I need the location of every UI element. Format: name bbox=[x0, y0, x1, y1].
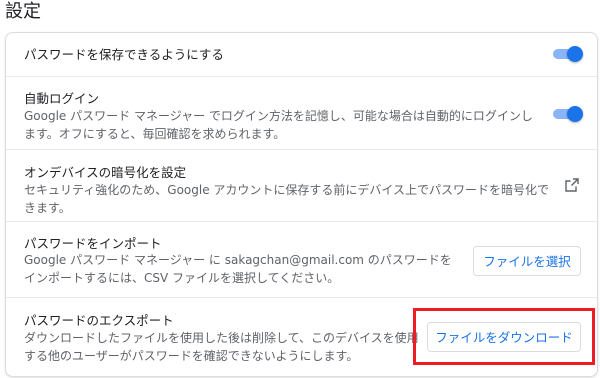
import-passwords-label: パスワードをインポート bbox=[24, 236, 162, 251]
auto-signin-label: 自動ログイン bbox=[24, 91, 100, 106]
save-passwords-toggle[interactable] bbox=[553, 46, 583, 62]
export-passwords-label: パスワードのエクスポート bbox=[24, 313, 174, 328]
select-file-button[interactable]: ファイルを選択 bbox=[473, 246, 581, 276]
import-passwords-description: Google パスワード マネージャー に sakagchan@gmail.co… bbox=[24, 253, 452, 285]
on-device-encryption-description: セキュリティ強化のため、Google アカウントに保存する前にデバイス上でパスワ… bbox=[24, 183, 550, 215]
on-device-encryption-label: オンデバイスの暗号化を設定 bbox=[24, 165, 187, 180]
download-file-button[interactable]: ファイルをダウンロード bbox=[427, 322, 581, 352]
toggle-knob bbox=[567, 106, 583, 122]
auto-signin-row: 自動ログイン Google パスワード マネージャー でログイン方法を記憶し、可… bbox=[6, 76, 597, 149]
export-passwords-description: ダウンロードしたファイルを使用した後は削除して、このデバイスを使用する他のユーザ… bbox=[24, 331, 419, 363]
auto-signin-toggle[interactable] bbox=[553, 106, 583, 122]
external-link-icon[interactable] bbox=[565, 178, 579, 192]
on-device-encryption-row[interactable]: オンデバイスの暗号化を設定 セキュリティ強化のため、Google アカウントに保… bbox=[6, 149, 597, 221]
toggle-knob bbox=[567, 46, 583, 62]
auto-signin-description: Google パスワード マネージャー でログイン方法を記憶し、可能な場合は自動… bbox=[24, 109, 533, 141]
page-title: 設定 bbox=[5, 1, 41, 22]
export-passwords-row: パスワードのエクスポート ダウンロードしたファイルを使用した後は削除して、このデ… bbox=[6, 297, 597, 378]
save-passwords-row: パスワードを保存できるようにする bbox=[6, 33, 597, 76]
import-passwords-row: パスワードをインポート Google パスワード マネージャー に sakagc… bbox=[6, 221, 597, 297]
settings-card: パスワードを保存できるようにする 自動ログイン Google パスワード マネー… bbox=[5, 32, 598, 377]
save-passwords-label: パスワードを保存できるようにする bbox=[24, 47, 224, 62]
